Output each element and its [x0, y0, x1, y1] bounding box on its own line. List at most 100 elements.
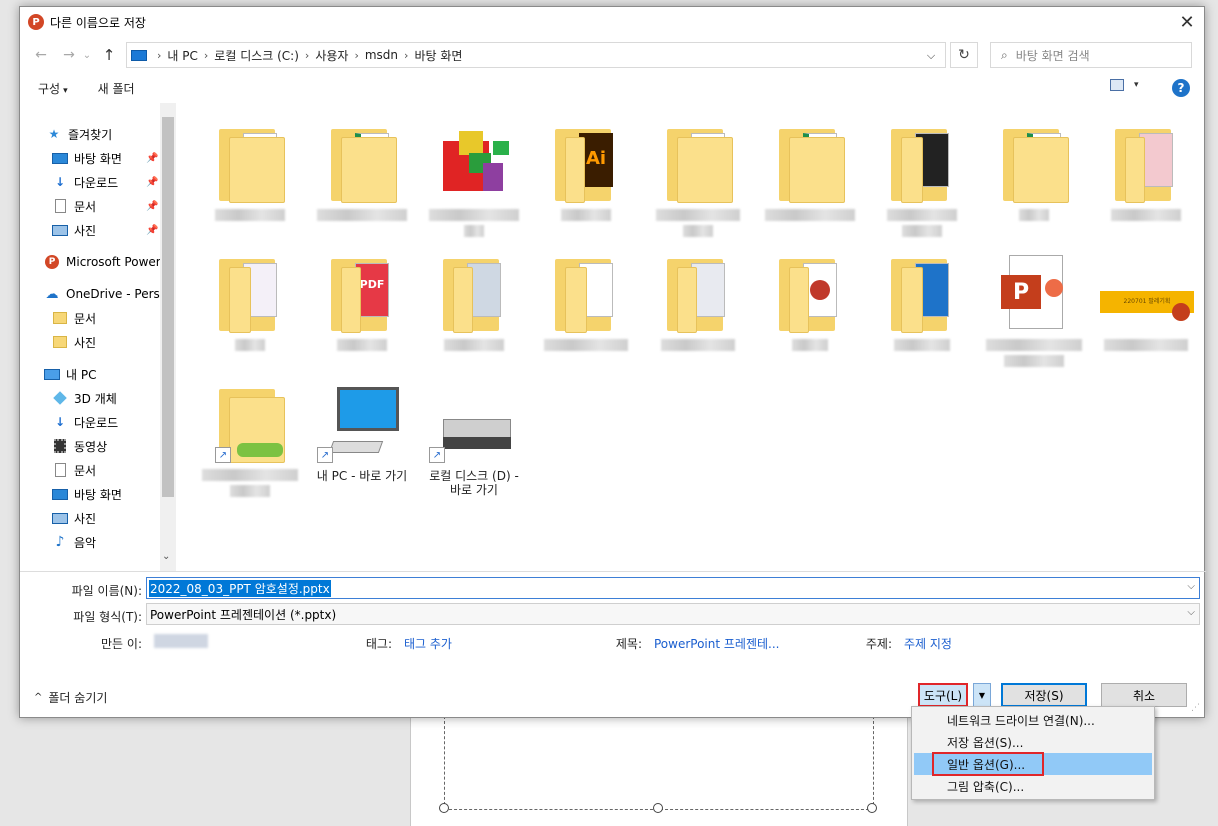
breadcrumb-desktop[interactable]: 바탕 화면	[414, 47, 462, 64]
folder-icon	[887, 253, 957, 335]
up-arrow-icon[interactable]: ↑	[98, 46, 120, 64]
filetype-select[interactable]: PowerPoint 프레젠테이션 (*.pptx) ⌵	[146, 603, 1200, 625]
new-folder-button[interactable]: 새 폴더	[98, 80, 135, 97]
sidebar-item-onedrive-pictures[interactable]: 사진	[52, 331, 96, 353]
sidebar-item-label: 문서	[74, 311, 97, 326]
view-options-button[interactable]: ▾	[1110, 79, 1139, 91]
sidebar-item-onedrive-documents[interactable]: 문서	[52, 307, 96, 329]
file-item[interactable]: P	[984, 253, 1084, 367]
file-item[interactable]: ↗	[200, 383, 300, 497]
tools-dropdown-icon[interactable]: ▼	[973, 683, 991, 707]
menu-item-general-options[interactable]: 일반 옵션(G)...	[914, 752, 1152, 776]
file-item[interactable]	[1096, 123, 1196, 221]
sidebar-item-music[interactable]: ♪ 음악	[52, 531, 97, 553]
breadcrumb-msdn[interactable]: msdn	[365, 48, 398, 62]
author-value-redacted[interactable]	[154, 634, 208, 648]
chevron-right-icon: ›	[304, 48, 310, 62]
cancel-button[interactable]: 취소	[1101, 683, 1187, 707]
file-name-redacted	[1111, 209, 1181, 221]
slide-textbox[interactable]	[444, 716, 874, 810]
file-name-redacted	[464, 225, 484, 237]
sidebar-item-pictures[interactable]: 사진	[52, 219, 96, 241]
pin-icon[interactable]: 📌	[146, 153, 158, 164]
pptx-thumbnail-icon: 220701 팔레기획	[1098, 253, 1194, 335]
resize-handle[interactable]	[653, 803, 663, 813]
file-item[interactable]: PDF	[312, 253, 412, 351]
resize-handle[interactable]	[439, 803, 449, 813]
file-item[interactable]	[760, 253, 860, 351]
sidebar-item-favorites[interactable]: ★ 즐겨찾기	[46, 123, 113, 145]
file-item[interactable]	[648, 123, 748, 237]
file-name-redacted	[1104, 339, 1188, 351]
file-item[interactable]: Ai	[536, 123, 636, 221]
organize-button[interactable]: 구성 ▾	[38, 80, 68, 97]
file-item[interactable]	[200, 253, 300, 351]
file-item[interactable]	[872, 123, 972, 237]
file-item[interactable]	[200, 123, 300, 221]
file-name-redacted	[337, 339, 387, 351]
sidebar-item-pc-downloads[interactable]: ↓ 다운로드	[52, 411, 118, 433]
pin-icon[interactable]: 📌	[146, 201, 158, 212]
command-bar: 구성 ▾ 새 폴더 ▾ ?	[20, 73, 1204, 103]
file-item[interactable]	[424, 123, 524, 237]
search-input[interactable]: ⌕ 바탕 화면 검색	[990, 42, 1192, 68]
breadcrumb-pc[interactable]: 내 PC	[167, 47, 197, 64]
menu-item-compress-pictures[interactable]: 그림 압축(C)...	[912, 775, 1154, 797]
file-item[interactable]	[424, 253, 524, 351]
breadcrumb-local-disk[interactable]: 로컬 디스크 (C:)	[214, 47, 299, 64]
sidebar-item-pc-documents[interactable]: 문서	[52, 459, 96, 481]
sidebar-item-pc-desktop[interactable]: 바탕 화면	[52, 483, 122, 505]
chevron-down-icon[interactable]: ⌵	[1187, 581, 1195, 592]
file-item[interactable]	[312, 123, 412, 221]
caret-down-icon: ▾	[63, 85, 68, 96]
file-item[interactable]	[760, 123, 860, 221]
pin-icon[interactable]: 📌	[146, 225, 158, 236]
save-button[interactable]: 저장(S)	[1001, 683, 1087, 707]
sidebar-item-videos[interactable]: 동영상	[52, 435, 107, 457]
file-item[interactable]	[872, 253, 972, 351]
resize-grip-icon[interactable]: ⋰	[1191, 703, 1200, 713]
filename-input[interactable]: 2022_08_03_PPT 암호설정.pptx ⌵	[146, 577, 1200, 599]
file-item[interactable]	[984, 123, 1084, 221]
file-item[interactable]: ↗ 로컬 디스크 (D) - 바로 가기	[424, 383, 524, 497]
forward-arrow-icon[interactable]: →	[58, 47, 80, 63]
sidebar-item-label: 사진	[74, 223, 97, 238]
back-arrow-icon[interactable]: ←	[30, 47, 52, 63]
close-button[interactable]: ✕	[1170, 7, 1204, 37]
file-item[interactable]	[536, 253, 636, 351]
resize-handle[interactable]	[867, 803, 877, 813]
breadcrumb-users[interactable]: 사용자	[315, 47, 348, 64]
pin-icon[interactable]: 📌	[146, 177, 158, 188]
address-dropdown-icon[interactable]: ⌵	[920, 43, 942, 69]
refresh-icon[interactable]: ↻	[950, 42, 978, 68]
file-item[interactable]: 220701 팔레기획	[1096, 253, 1196, 351]
sidebar-item-label: 다운로드	[74, 175, 119, 190]
sidebar-item-downloads[interactable]: ↓ 다운로드	[52, 171, 118, 193]
sidebar-item-pc-pictures[interactable]: 사진	[52, 507, 96, 529]
help-icon[interactable]: ?	[1172, 79, 1190, 97]
folder-icon	[215, 253, 285, 335]
tags-input[interactable]: 태그 추가	[404, 635, 452, 652]
address-bar[interactable]: › 내 PC › 로컬 디스크 (C:) › 사용자 › msdn › 바탕 화…	[126, 42, 946, 68]
recent-locations-icon[interactable]: ⌄	[80, 50, 94, 61]
subject-input[interactable]: 주제 지정	[904, 635, 952, 652]
file-item[interactable]	[648, 253, 748, 351]
menu-item-save-options[interactable]: 저장 옵션(S)...	[912, 731, 1154, 753]
sidebar-item-desktop[interactable]: 바탕 화면	[52, 147, 122, 169]
tools-button[interactable]: 도구(L)	[918, 683, 968, 707]
nav-scrollbar-thumb[interactable]	[162, 117, 174, 497]
scroll-down-icon[interactable]: ⌄	[162, 551, 170, 562]
sidebar-item-this-pc[interactable]: 내 PC	[44, 363, 96, 385]
hide-folders-button[interactable]: ^ 폴더 숨기기	[34, 689, 107, 706]
folder-share-icon: ↗	[215, 383, 285, 465]
menu-item-map-network-drive[interactable]: 네트워크 드라이브 연결(N)...	[912, 709, 1154, 731]
sidebar-item-documents[interactable]: 문서	[52, 195, 96, 217]
folder-icon	[551, 253, 621, 335]
title-input[interactable]: PowerPoint 프레젠테...	[654, 635, 780, 652]
chevron-right-icon: ›	[203, 48, 209, 62]
sidebar-item-label: 내 PC	[66, 367, 97, 382]
sidebar-item-3d-objects[interactable]: 3D 개체	[52, 387, 117, 409]
sidebar-item-onedrive[interactable]: ☁ OneDrive - Persor	[44, 283, 173, 305]
file-item[interactable]: ↗ 내 PC - 바로 가기	[312, 383, 412, 483]
sidebar-item-powerpoint[interactable]: P Microsoft PowerP	[44, 251, 168, 273]
